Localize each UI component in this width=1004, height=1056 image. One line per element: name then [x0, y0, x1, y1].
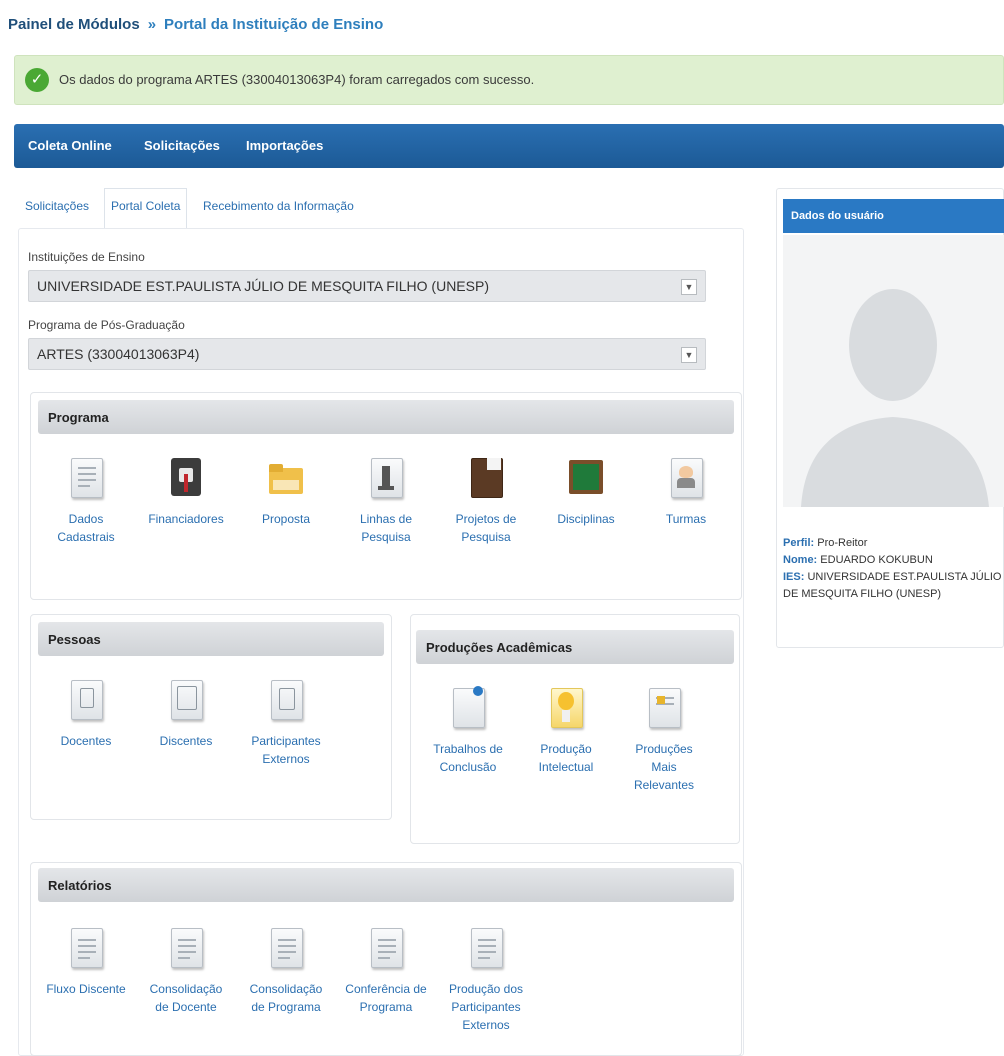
module-fluxo-discente[interactable]: Fluxo Discente [36, 928, 136, 998]
module-label: Produções Mais Relevantes [633, 742, 695, 792]
main-nav-bar: Coleta Online Solicitações Importações [14, 124, 1004, 168]
programa-header: Programa [38, 400, 734, 434]
ies-value: UNIVERSIDADE EST.PAULISTA JÚLIO DE MESQU… [783, 571, 1002, 600]
module-label: Trabalhos de Conclusão [433, 742, 503, 774]
report-document-icon [269, 928, 303, 968]
module-consolidacao-de-docente[interactable]: Consolidação de Docente [136, 928, 236, 1016]
module-label: Dados Cadastrais [57, 512, 115, 544]
module-label: Consolidação de Programa [249, 982, 323, 1014]
module-producoes-mais-relevantes[interactable]: Produções Mais Relevantes [614, 688, 714, 794]
tab-portal-coleta[interactable]: Portal Coleta [104, 188, 188, 229]
report-document-icon [69, 928, 103, 968]
financier-icon [169, 458, 203, 498]
institution-label: Instituições de Ensino [28, 250, 145, 264]
module-trabalhos-de-conclusao[interactable]: Trabalhos de Conclusão [418, 686, 518, 776]
module-financiadores[interactable]: Financiadores [136, 458, 236, 528]
form-document-icon [69, 458, 103, 498]
breadcrumb-separator: » [147, 16, 157, 33]
nome-value: EDUARDO KOKUBUN [820, 554, 933, 566]
nav-item-solicitacoes[interactable]: Solicitações [144, 138, 220, 153]
institution-value: UNIVERSIDADE EST.PAULISTA JÚLIO DE MESQU… [37, 278, 489, 294]
module-label: Conferência de Programa [345, 982, 427, 1014]
lightbulb-icon [549, 688, 583, 728]
project-book-icon [469, 458, 503, 498]
user-card-header: Dados do usuário [783, 199, 1004, 233]
module-disciplinas[interactable]: Disciplinas [536, 458, 636, 528]
program-label: Programa de Pós-Graduação [28, 318, 185, 332]
success-alert: ✓ Os dados do programa ARTES (3300401306… [14, 55, 1004, 105]
student-document-icon [169, 680, 203, 720]
module-label: Linhas de Pesquisa [359, 512, 413, 544]
module-label: Projetos de Pesquisa [455, 512, 517, 544]
nav-item-importacoes[interactable]: Importações [246, 138, 323, 153]
program-select[interactable]: ARTES (33004013063P4) ▼ [28, 338, 706, 370]
success-message: Os dados do programa ARTES (33004013063P… [59, 72, 535, 87]
program-value: ARTES (33004013063P4) [37, 346, 200, 362]
check-circle-icon: ✓ [25, 68, 49, 92]
module-linhas-de-pesquisa[interactable]: Linhas de Pesquisa [336, 458, 436, 546]
report-document-icon [469, 928, 503, 968]
module-label: Proposta [261, 512, 311, 526]
relevant-production-icon [647, 688, 681, 728]
tab-recebimento-informacao[interactable]: Recebimento da Informação [196, 188, 361, 228]
teacher-document-icon [69, 680, 103, 720]
module-participantes-externos[interactable]: Participantes Externos [236, 680, 336, 768]
module-projetos-de-pesquisa[interactable]: Projetos de Pesquisa [436, 458, 536, 546]
person-silhouette-icon [783, 235, 1004, 507]
module-producao-dos-participantes-externos[interactable]: Produção dos Participantes Externos [436, 928, 536, 1034]
module-label: Disciplinas [557, 512, 615, 526]
ies-label: IES: [783, 571, 805, 583]
chevron-down-icon[interactable]: ▼ [681, 347, 697, 363]
module-label: Consolidação de Docente [149, 982, 223, 1014]
institution-select[interactable]: UNIVERSIDADE EST.PAULISTA JÚLIO DE MESQU… [28, 270, 706, 302]
module-label: Fluxo Discente [46, 982, 126, 996]
relatorios-header: Relatórios [38, 868, 734, 902]
module-label: Docentes [60, 734, 112, 748]
nome-label: Nome: [783, 554, 818, 566]
tab-solicitacoes[interactable]: Solicitações [18, 188, 96, 228]
external-participant-icon [269, 680, 303, 720]
module-turmas[interactable]: Turmas [636, 458, 736, 528]
module-dados-cadastrais[interactable]: Dados Cadastrais [36, 458, 136, 546]
nav-item-coleta-online[interactable]: Coleta Online [28, 138, 112, 153]
report-document-icon [169, 928, 203, 968]
module-consolidacao-de-programa[interactable]: Consolidação de Programa [236, 928, 336, 1016]
perfil-value: Pro-Reitor [817, 537, 868, 549]
avatar [783, 235, 1004, 507]
breadcrumb-root-link[interactable]: Painel de Módulos [8, 16, 140, 33]
module-label: Discentes [159, 734, 213, 748]
microscope-document-icon [369, 458, 403, 498]
chevron-down-icon[interactable]: ▼ [681, 279, 697, 295]
module-producao-intelectual[interactable]: Produção Intelectual [516, 688, 616, 776]
module-label: Produção dos Participantes Externos [448, 982, 524, 1032]
module-label: Produção Intelectual [538, 742, 594, 774]
user-info: Perfil: Pro-Reitor Nome: EDUARDO KOKUBUN… [783, 535, 1003, 603]
breadcrumb: Painel de Módulos » Portal da Instituição … [8, 16, 383, 33]
module-proposta[interactable]: Proposta [236, 458, 336, 528]
pessoas-header: Pessoas [38, 622, 384, 656]
producoes-academicas-header: Produções Acadêmicas [416, 630, 734, 664]
perfil-label: Perfil: [783, 537, 815, 549]
module-label: Turmas [665, 512, 707, 526]
chalkboard-icon [569, 458, 603, 498]
module-label: Participantes Externos [251, 734, 321, 766]
module-conferencia-de-programa[interactable]: Conferência de Programa [336, 928, 436, 1016]
module-label: Financiadores [148, 512, 224, 526]
thesis-document-icon [451, 686, 485, 728]
breadcrumb-current[interactable]: Portal da Instituição de Ensino [164, 16, 383, 33]
module-docentes[interactable]: Docentes [36, 680, 136, 750]
user-card: Dados do usuário Perfil: Pro-Reitor Nome… [776, 188, 1004, 648]
report-document-icon [369, 928, 403, 968]
module-discentes[interactable]: Discentes [136, 680, 236, 750]
folder-icon [269, 458, 303, 498]
class-group-icon [669, 458, 703, 498]
